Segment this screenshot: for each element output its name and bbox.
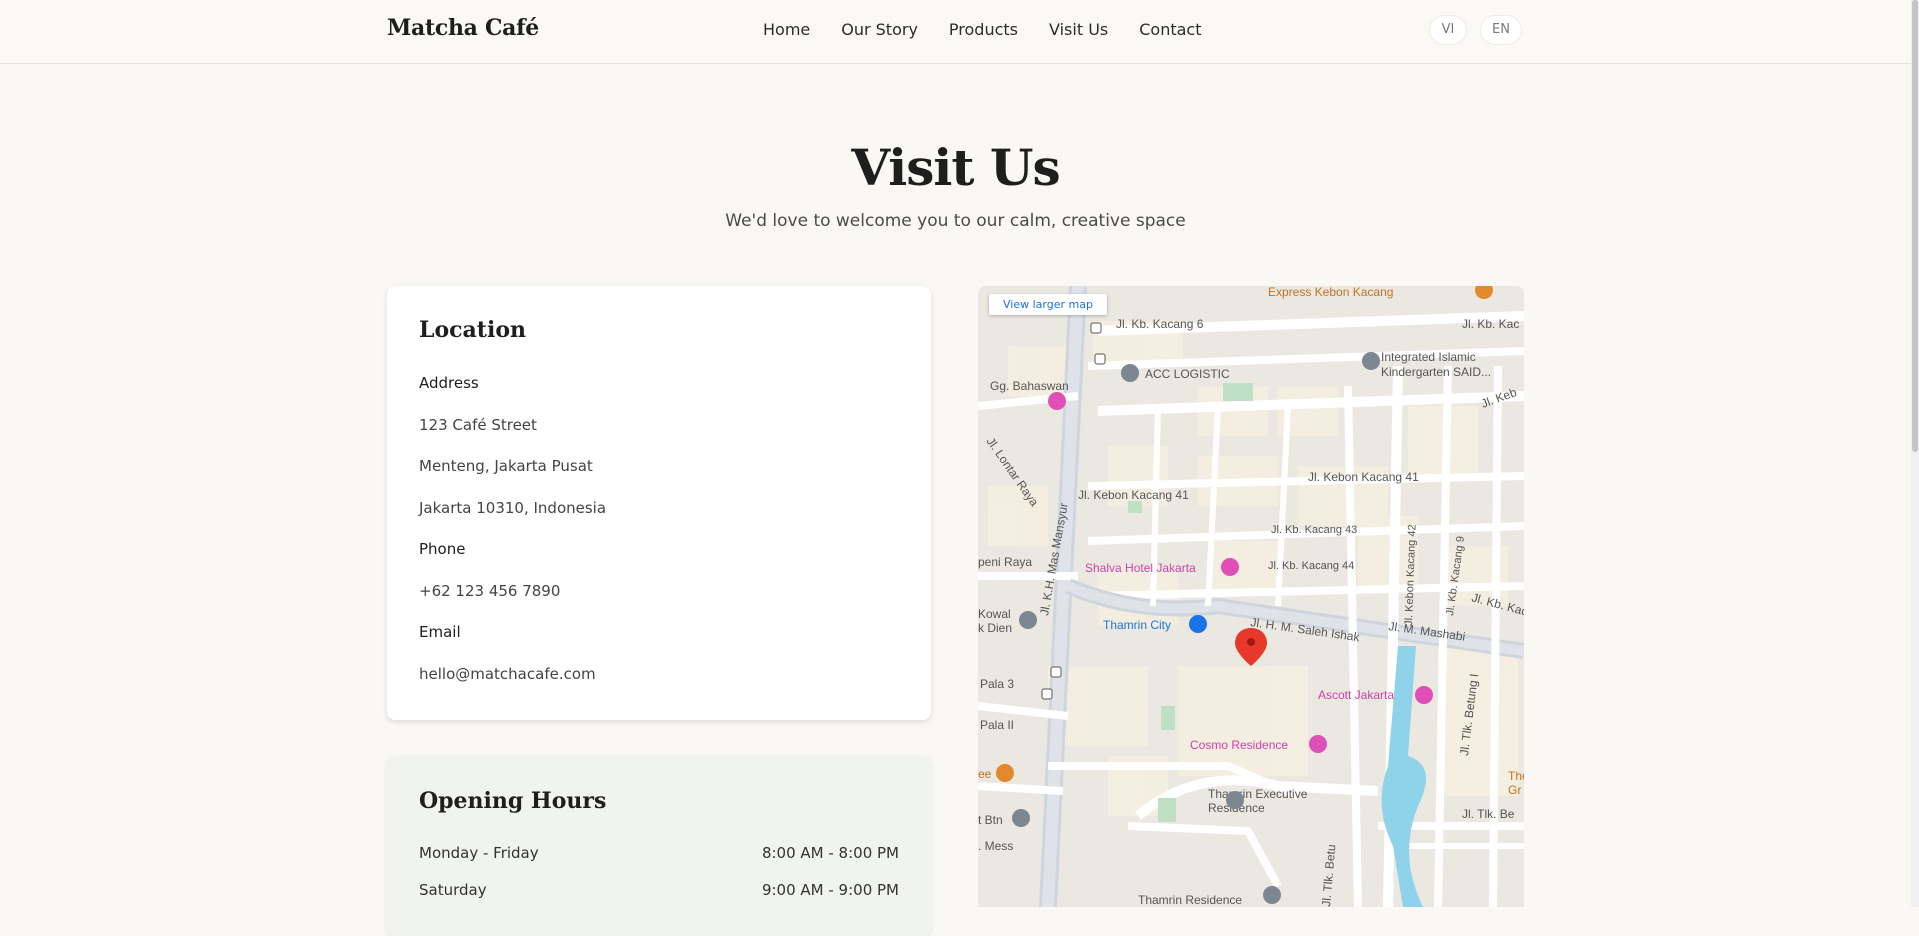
- poi-marker[interactable]: [1121, 364, 1139, 382]
- poi-marker[interactable]: [1226, 791, 1244, 809]
- map-label: t Btn: [978, 813, 1003, 827]
- brand-logo[interactable]: Matcha Café: [387, 15, 539, 41]
- poi-marker[interactable]: [996, 764, 1014, 782]
- map-label: Pala II: [980, 718, 1014, 732]
- page-scrollbar[interactable]: [1911, 0, 1919, 907]
- hours-time: 8:00 AM - 8:00 PM: [761, 844, 899, 862]
- location-card: Location Address 123 Café Street Menteng…: [387, 286, 931, 720]
- poi-marker[interactable]: [1012, 809, 1030, 827]
- map-label: ee: [978, 767, 992, 781]
- map-label: Express Kebon Kacang: [1268, 286, 1393, 299]
- transit-icon: [1094, 353, 1106, 365]
- address-line-1: 123 Café Street: [419, 416, 537, 434]
- poi-marker[interactable]: [1362, 352, 1380, 370]
- map-label: Jl. Tlk. Be: [1462, 807, 1515, 821]
- map-label: Gg. Bahaswan: [990, 379, 1069, 393]
- hours-time: 9:00 AM - 9:00 PM: [761, 881, 899, 899]
- map-label: Integrated Islamic: [1381, 350, 1476, 364]
- map-label: Jl. Kb. Kacang 44: [1268, 560, 1354, 572]
- map-label: ACC LOGISTIC: [1145, 367, 1230, 381]
- map-label: Jl. Kebon Kacang 41: [1308, 470, 1419, 484]
- map-label: . Mess: [978, 839, 1013, 853]
- poi-marker[interactable]: [1263, 886, 1281, 904]
- map-label: Jl. Kb. Kacang 6: [1116, 317, 1204, 331]
- transit-icon: [1090, 322, 1102, 334]
- opening-hours-card: Opening Hours Monday - Friday 8:00 AM - …: [387, 756, 931, 936]
- map-label: Kindergarten SAID...: [1381, 365, 1491, 379]
- nav-link-home[interactable]: Home: [763, 20, 810, 39]
- transit-icon: [1050, 666, 1062, 678]
- phone-label: Phone: [419, 540, 466, 558]
- map-label: Thamrin Residence: [1138, 893, 1242, 907]
- view-larger-map-link[interactable]: View larger map: [989, 294, 1107, 315]
- address-line-3: Jakarta 10310, Indonesia: [419, 499, 607, 517]
- language-en-button[interactable]: EN: [1480, 15, 1522, 45]
- nav-link-products[interactable]: Products: [949, 20, 1018, 39]
- poi-marker[interactable]: [1221, 558, 1239, 576]
- opening-hours-heading: Opening Hours: [419, 788, 607, 814]
- nav-link-contact[interactable]: Contact: [1139, 20, 1201, 39]
- poi-marker[interactable]: [1189, 615, 1207, 633]
- page-subtitle: We'd love to welcome you to our calm, cr…: [725, 211, 1186, 231]
- poi-marker[interactable]: [1019, 611, 1037, 629]
- map-label: Kowal: [978, 607, 1011, 621]
- map-label: Shalva Hotel Jakarta: [1085, 561, 1196, 575]
- poi-marker[interactable]: [1415, 686, 1433, 704]
- map-label: Cosmo Residence: [1190, 738, 1288, 752]
- map-label: Ascott Jakarta: [1318, 688, 1394, 702]
- nav-link-visit-us[interactable]: Visit Us: [1049, 20, 1108, 39]
- address-line-2: Menteng, Jakarta Pusat: [419, 457, 593, 475]
- embedded-map[interactable]: Express Kebon Kacang Jl. Kb. Kacang 6 Jl…: [978, 286, 1524, 907]
- address-label: Address: [419, 374, 479, 392]
- email-label: Email: [419, 623, 461, 641]
- top-navbar: Matcha Café Home Our Story Products Visi…: [0, 0, 1911, 64]
- scrollbar-thumb[interactable]: [1912, 0, 1918, 452]
- map-label: Jl. Kb. Kacang 43: [1271, 524, 1357, 536]
- map-label: Gr: [1508, 783, 1521, 797]
- nav-link-our-story[interactable]: Our Story: [841, 20, 918, 39]
- hours-day: Monday - Friday: [419, 844, 539, 862]
- language-vi-button[interactable]: VI: [1429, 15, 1467, 45]
- map-label: k Dien: [978, 621, 1012, 635]
- page-title: Visit Us: [851, 138, 1060, 197]
- hours-day: Saturday: [419, 881, 487, 899]
- map-canvas[interactable]: Express Kebon Kacang Jl. Kb. Kacang 6 Jl…: [978, 286, 1524, 907]
- map-label: Jl. Kebon Kacang 41: [1078, 488, 1189, 502]
- poi-marker[interactable]: [1309, 735, 1327, 753]
- map-label: peni Raya: [978, 555, 1032, 569]
- location-heading: Location: [419, 317, 526, 343]
- email-value: hello@matchacafe.com: [419, 665, 596, 683]
- main-menu: Home Our Story Products Visit Us Contact: [763, 20, 1202, 39]
- map-label: The: [1508, 769, 1524, 783]
- map-label: Thamrin City: [1103, 618, 1171, 632]
- map-label: Jl. Kb. Kac: [1462, 317, 1519, 331]
- phone-value: +62 123 456 7890: [419, 582, 561, 600]
- transit-icon: [1041, 688, 1053, 700]
- map-label: Thamrin Executive: [1208, 787, 1308, 801]
- poi-marker[interactable]: [1048, 392, 1066, 410]
- map-label: Pala 3: [980, 677, 1014, 691]
